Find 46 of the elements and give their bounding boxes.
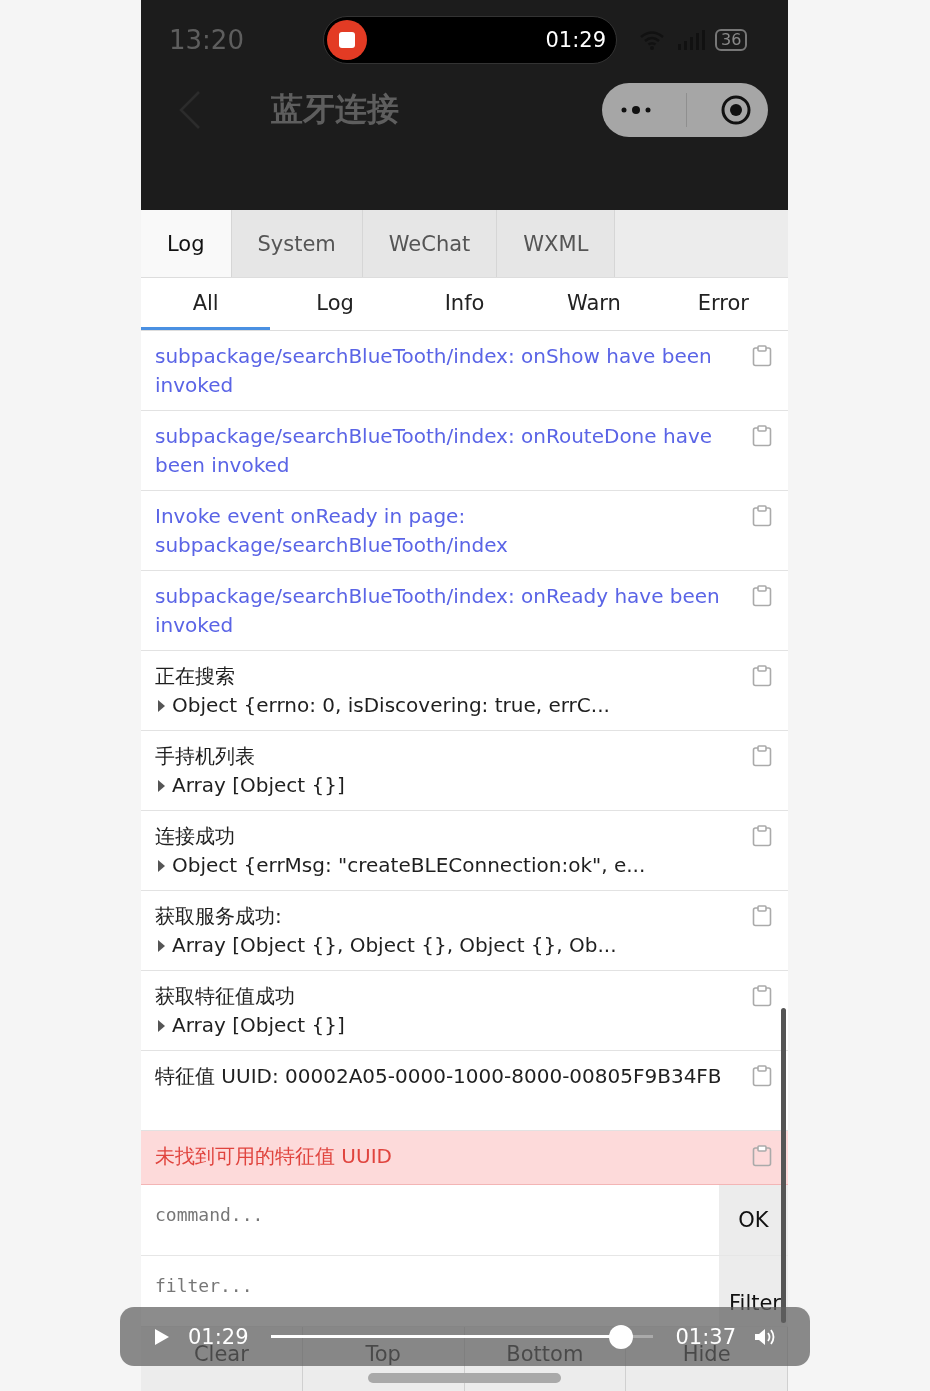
log-message: subpackage/searchBlueTooth/index: onRouteDone have been invoked (155, 424, 713, 477)
close-target-icon[interactable] (719, 94, 752, 126)
log-message: 手持机列表 (155, 744, 255, 768)
clipboard-icon[interactable] (752, 905, 772, 927)
clipboard-icon[interactable] (752, 505, 772, 527)
log-message: 获取特征值成功 (155, 984, 295, 1008)
clipboard-icon[interactable] (752, 985, 772, 1007)
panel-tab[interactable]: Log (141, 210, 232, 277)
expand-triangle-icon[interactable] (158, 779, 165, 792)
stop-icon (327, 20, 367, 60)
log-message: subpackage/searchBlueTooth/index: onReady have been invoked (155, 584, 720, 637)
expand-triangle-icon[interactable] (158, 939, 165, 952)
log-message: subpackage/searchBlueTooth/index: onShow have been invoked (155, 344, 712, 397)
log-message: 获取服务成功: (155, 904, 282, 928)
panel-tab[interactable]: WeChat (362, 210, 498, 277)
expand-triangle-icon[interactable] (158, 859, 165, 872)
panel-tab[interactable]: System (231, 210, 363, 277)
expand-triangle-icon[interactable] (158, 699, 165, 712)
progress-thumb[interactable] (608, 1324, 633, 1349)
status-time: 13:20 (169, 25, 245, 55)
volume-icon[interactable] (754, 1327, 776, 1346)
log-object: Object {errno: 0, isDiscovering: true, errC... (172, 692, 610, 719)
page-title: 蓝牙连接 (271, 89, 400, 130)
log-object: Array [Object {}] (172, 772, 345, 799)
clipboard-icon[interactable] (752, 745, 772, 767)
log-object: Object {errMsg: "createBLEConnection:ok", e... (172, 852, 646, 879)
log-object: Array [Object {}, Object {}, Object {}, Ob... (172, 932, 617, 959)
clipboard-icon[interactable] (752, 825, 772, 847)
log-message: 特征值 UUID: 00002A05-0000-1000-8000-00805F9B34FB (155, 1064, 722, 1088)
clipboard-icon[interactable] (752, 1145, 772, 1167)
play-icon[interactable] (154, 1327, 170, 1346)
log-object: Array [Object {}] (172, 1012, 345, 1039)
ok-button[interactable]: OK (719, 1185, 788, 1255)
log-message: 连接成功 (155, 824, 235, 848)
clipboard-icon[interactable] (752, 425, 772, 447)
recording-time: 01:29 (545, 28, 606, 52)
panel-tab[interactable]: WXML (497, 210, 616, 277)
battery-level: 36 (715, 29, 748, 51)
clipboard-icon[interactable] (752, 665, 772, 687)
clipboard-icon[interactable] (752, 345, 772, 367)
log-message: 未找到可用的特征值 UUID (155, 1144, 392, 1168)
log-message: Invoke event onReady in page: subpackage/searchBlueTooth/index (155, 504, 508, 557)
expand-triangle-icon[interactable] (158, 1019, 165, 1032)
log-message: 正在搜索 (155, 664, 235, 688)
clipboard-icon[interactable] (752, 585, 772, 607)
clipboard-icon[interactable] (752, 1065, 772, 1087)
